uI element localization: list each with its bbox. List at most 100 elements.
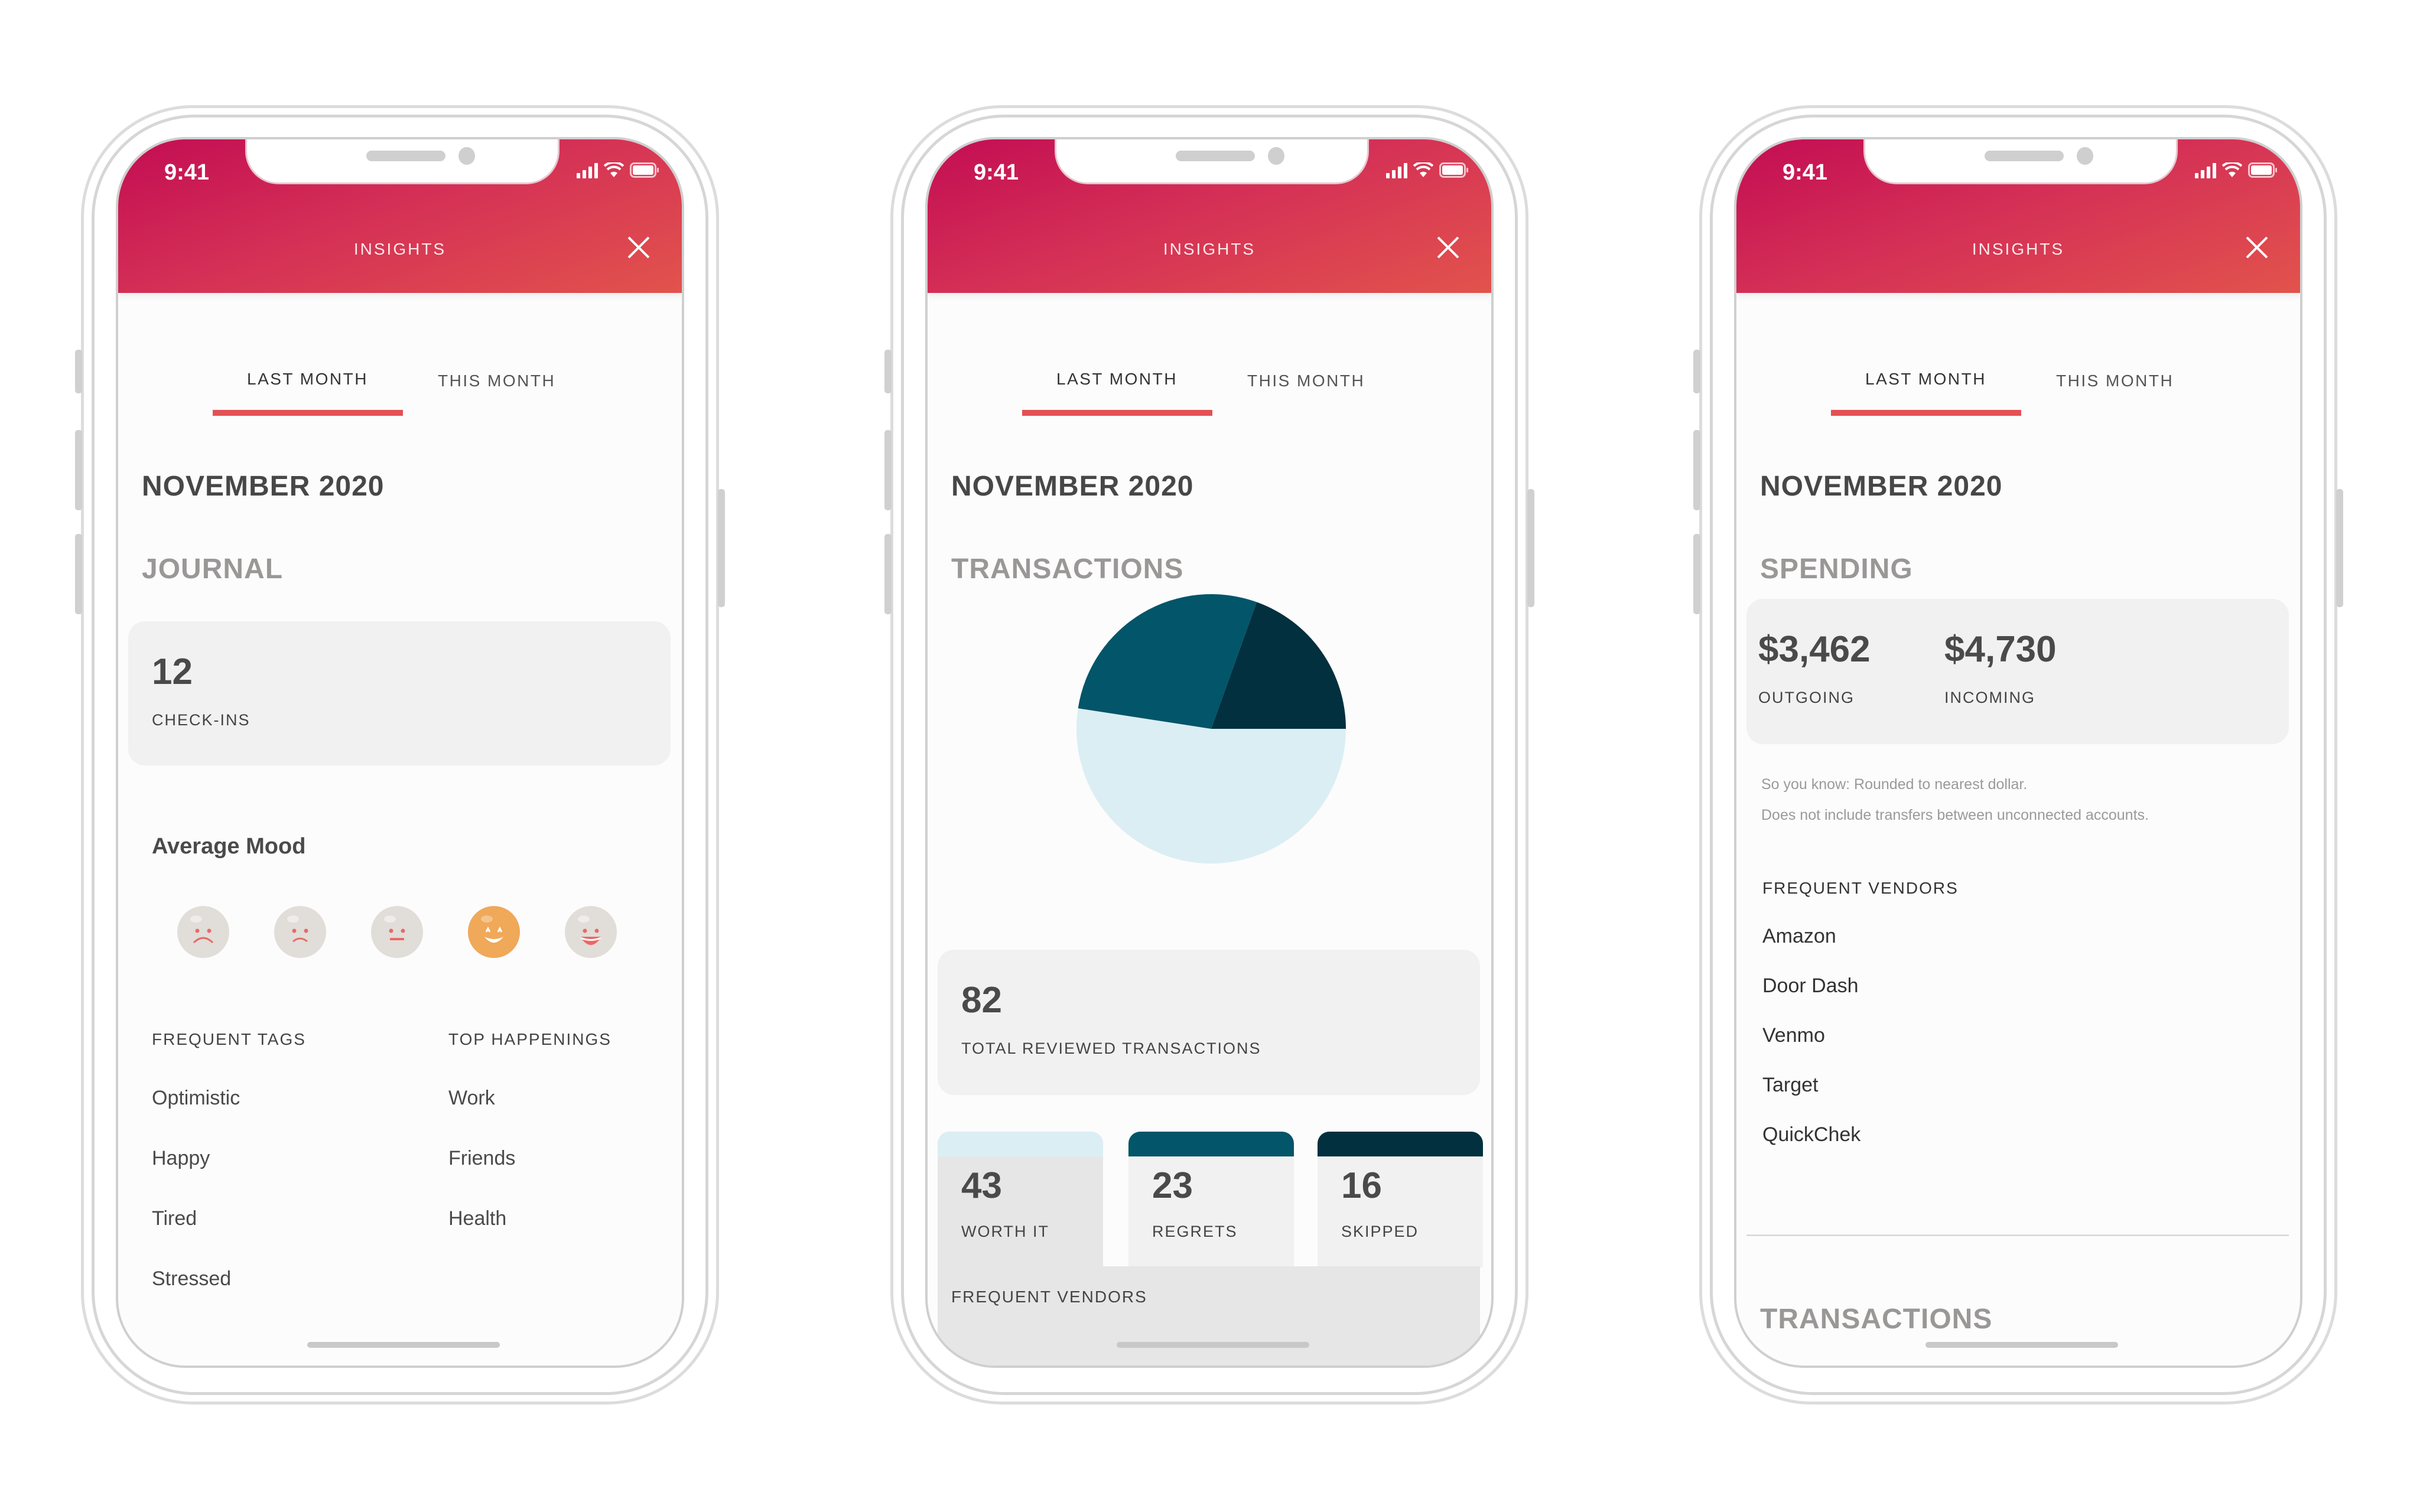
frequent-tags-label: FREQUENT TAGS [152, 1030, 306, 1048]
phone-journal: 9:41 INSIGHTS LAST MONTH THIS MONTH NOVE… [75, 105, 725, 1405]
close-icon [627, 236, 650, 259]
mute-switch [75, 350, 82, 393]
home-indicator[interactable] [1925, 1342, 2118, 1348]
skipped-color-bar [1318, 1132, 1483, 1156]
tab-last-month[interactable]: LAST MONTH [247, 370, 368, 389]
volume-down-button [1693, 534, 1700, 614]
camera [2077, 147, 2093, 165]
battery-icon [1439, 162, 1469, 178]
mood-sad-icon [274, 906, 326, 958]
volume-up-button [1693, 430, 1700, 510]
close-button[interactable] [2243, 234, 2271, 261]
tag-item: Optimistic [152, 1087, 240, 1109]
average-mood-title: Average Mood [152, 834, 306, 859]
mute-switch [884, 350, 892, 393]
status-time: 9:41 [974, 160, 1019, 185]
mood-very-sad-icon [177, 906, 229, 958]
signal-icon [1386, 162, 1407, 178]
home-indicator[interactable] [1117, 1342, 1309, 1348]
frequent-vendors-label: FREQUENT VENDORS [951, 1288, 1147, 1306]
skipped-value: 16 [1341, 1165, 1382, 1206]
power-button [718, 489, 725, 607]
month-title: NOVEMBER 2020 [951, 471, 1194, 502]
spending-note-transfers: Does not include transfers between uncon… [1761, 807, 2149, 823]
battery-icon [630, 162, 659, 178]
section-title-journal: JOURNAL [142, 553, 284, 585]
mood-neutral-icon [371, 906, 423, 958]
tab-this-month[interactable]: THIS MONTH [1247, 372, 1365, 390]
regrets-color-bar [1128, 1132, 1294, 1156]
tag-item: Happy [152, 1147, 210, 1169]
section-title-transactions: TRANSACTIONS [1760, 1304, 1993, 1335]
status-icons [577, 162, 659, 178]
mood-very-happy-icon [565, 906, 617, 958]
status-icons [1386, 162, 1469, 178]
close-button[interactable] [625, 234, 652, 261]
insights-header: 9:41 INSIGHTS [928, 139, 1491, 293]
outgoing-value: $3,462 [1758, 629, 1871, 670]
close-button[interactable] [1435, 234, 1462, 261]
volume-up-button [884, 430, 892, 510]
worth-it-card[interactable]: 43 WORTH IT [938, 1132, 1103, 1267]
signal-icon [2195, 162, 2216, 178]
notch [1055, 139, 1369, 184]
tab-this-month[interactable]: THIS MONTH [438, 372, 555, 390]
tab-last-month[interactable]: LAST MONTH [1056, 370, 1178, 389]
checkins-label: CHECK-INS [152, 711, 251, 729]
outgoing-label: OUTGOING [1758, 689, 1855, 706]
spending-summary-card: $3,462 OUTGOING $4,730 INCOMING [1746, 599, 2289, 744]
incoming-label: INCOMING [1944, 689, 2035, 706]
section-title-transactions: TRANSACTIONS [951, 553, 1184, 585]
header-title: INSIGHTS [1163, 240, 1256, 258]
checkins-value: 12 [152, 651, 193, 692]
skipped-card[interactable]: 16 SKIPPED [1318, 1132, 1483, 1267]
power-button [1527, 489, 1534, 607]
insights-header: 9:41 INSIGHTS [1736, 139, 2300, 293]
vendor-item: Venmo [1762, 1024, 1825, 1047]
volume-down-button [75, 534, 82, 614]
screen: 9:41 INSIGHTS LAST MONTH THIS MONTH NOVE… [116, 137, 684, 1368]
camera [1268, 147, 1284, 165]
status-time: 9:41 [1783, 160, 1828, 185]
checkins-card: 12 CHECK-INS [128, 621, 671, 765]
phone-transactions: 9:41 INSIGHTS LAST MONTH THIS MONTH NOVE… [884, 105, 1534, 1405]
notch [1863, 139, 2178, 184]
section-title-spending: SPENDING [1760, 553, 1913, 585]
wifi-icon [2222, 162, 2242, 178]
tag-item: Tired [152, 1207, 197, 1230]
happening-item: Work [448, 1087, 495, 1109]
spending-note-rounding: So you know: Rounded to nearest dollar. [1761, 776, 2028, 793]
mute-switch [1693, 350, 1700, 393]
frequent-vendors-label: FREQUENT VENDORS [1762, 879, 1959, 897]
close-icon [1437, 236, 1459, 259]
power-button [2336, 489, 2343, 607]
wifi-icon [1413, 162, 1433, 178]
incoming-value: $4,730 [1944, 629, 2057, 670]
tab-this-month[interactable]: THIS MONTH [2056, 372, 2174, 390]
vendor-item: Target [1762, 1074, 1819, 1096]
screen: 9:41 INSIGHTS LAST MONTH THIS MONTH NOVE… [925, 137, 1494, 1368]
worth-it-value: 43 [961, 1165, 1002, 1206]
wifi-icon [604, 162, 624, 178]
phone-spending: 9:41 INSIGHTS LAST MONTH THIS MONTH NOVE… [1693, 105, 2343, 1405]
regrets-card[interactable]: 23 REGRETS [1128, 1132, 1294, 1267]
active-tab-indicator [213, 410, 403, 416]
mood-scale [177, 906, 626, 959]
active-tab-indicator [1022, 410, 1212, 416]
speaker [1985, 151, 2064, 161]
happening-item: Friends [448, 1147, 516, 1169]
status-time: 9:41 [164, 160, 210, 185]
tab-last-month[interactable]: LAST MONTH [1865, 370, 1986, 389]
section-divider [1746, 1234, 2289, 1236]
tag-item: Stressed [152, 1267, 232, 1290]
month-tabs: LAST MONTH THIS MONTH [1736, 370, 2300, 417]
regrets-value: 23 [1152, 1165, 1193, 1206]
status-icons [2195, 162, 2278, 178]
home-indicator[interactable] [307, 1342, 500, 1348]
battery-icon [2248, 162, 2278, 178]
regrets-label: REGRETS [1152, 1223, 1238, 1240]
volume-up-button [75, 430, 82, 510]
vendor-item: Door Dash [1762, 975, 1859, 997]
vendor-item: QuickChek [1762, 1123, 1861, 1146]
close-icon [2246, 236, 2268, 259]
